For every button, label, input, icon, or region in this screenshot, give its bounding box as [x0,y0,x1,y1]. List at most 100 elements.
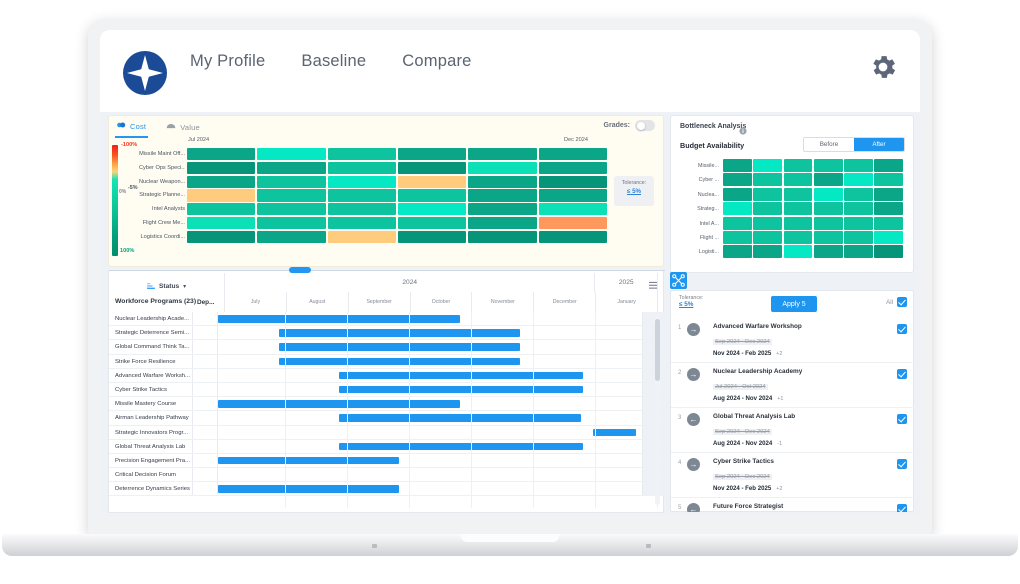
bottleneck-cell[interactable] [753,202,782,216]
gantt-bar[interactable] [278,329,521,337]
gantt-bar[interactable] [218,485,400,493]
gantt-row[interactable]: Global Threat Analysis Lab [109,439,665,454]
heatmap-cell[interactable] [538,203,607,216]
bottleneck-cell[interactable] [813,230,843,244]
bottleneck-cell[interactable] [813,159,843,172]
gantt-bar[interactable] [218,315,460,323]
heatmap-cell[interactable] [538,216,607,230]
info-icon[interactable] [739,122,747,140]
gantt-bar[interactable] [218,400,460,408]
bottleneck-cell[interactable] [874,245,903,259]
bottleneck-cell[interactable] [813,245,843,259]
heatmap-cell[interactable] [257,216,326,230]
gantt-bar[interactable] [339,385,584,394]
gantt-row[interactable]: Advanced Warfare Worksh... [109,368,665,383]
tab-cost[interactable]: Cost [115,118,149,138]
bottleneck-cell[interactable] [783,216,813,230]
heatmap-cell[interactable] [468,216,537,230]
bottleneck-cell[interactable] [813,216,843,230]
apply-tolerance[interactable]: Tolerance: ≤ 5% [679,295,703,308]
gantt-bar[interactable] [278,343,521,351]
heatmap-cell[interactable] [397,161,467,174]
gantt-row[interactable]: Airman Leadership Pathway [109,411,665,426]
bottleneck-cell[interactable] [844,173,873,187]
nav-compare[interactable]: Compare [402,52,471,71]
bottleneck-cell[interactable] [813,187,843,201]
bottleneck-cell[interactable] [783,230,813,244]
gantt-row[interactable]: Missile Mastery Course [109,397,665,412]
bottleneck-cell[interactable] [874,187,903,201]
bottleneck-cell[interactable] [723,187,752,201]
heatmap-cell[interactable] [327,175,396,188]
gantt-scrollbar-thumb[interactable] [655,319,660,381]
apply-list-item[interactable]: 1 → Advanced Warfare Workshop Sep 2024 - De… [671,318,915,363]
bottleneck-cell[interactable] [844,187,873,201]
heatmap-cell[interactable] [468,189,537,202]
heatmap-cell[interactable] [538,148,607,161]
bottleneck-cell[interactable] [874,202,903,216]
heatmap-cell[interactable] [257,175,326,188]
bottleneck-cell[interactable] [753,230,782,244]
bottleneck-cell[interactable] [813,173,843,187]
select-all-checkbox[interactable] [897,297,907,307]
nav-baseline[interactable]: Baseline [301,52,366,71]
bottleneck-cell[interactable] [844,159,873,172]
bottleneck-cell[interactable] [753,159,782,172]
tab-value[interactable]: Value [164,118,202,138]
grades-toggle[interactable] [635,120,655,131]
heatmap-cell[interactable] [538,230,607,243]
after-button[interactable]: After [854,138,904,151]
apply-item-checkbox[interactable] [897,369,907,379]
heatmap-cell[interactable] [187,230,256,243]
apply-item-checkbox[interactable] [897,414,907,424]
gear-icon[interactable] [868,52,898,82]
heatmap-cell[interactable] [327,148,396,161]
heatmap-cell[interactable] [327,203,396,216]
bottleneck-cell[interactable] [783,202,813,216]
heatmap-cell[interactable] [397,175,467,188]
bottleneck-cell[interactable] [844,216,873,230]
heatmap-cell[interactable] [327,230,396,243]
bottleneck-cell[interactable] [874,216,903,230]
gantt-bar[interactable] [593,428,636,436]
gantt-bar[interactable] [339,442,584,451]
bottleneck-cell[interactable] [874,173,903,187]
heatmap-cell[interactable] [327,189,396,202]
bottleneck-cell[interactable] [753,216,782,230]
bottleneck-cell[interactable] [783,187,813,201]
bottleneck-cell[interactable] [723,159,752,172]
heatmap-cell[interactable] [468,148,537,161]
heatmap-tolerance-box[interactable]: Tolerance: ≤ 5% [614,176,654,206]
bottleneck-cell[interactable] [723,245,752,259]
heatmap-cell[interactable] [538,161,607,174]
bottleneck-cell[interactable] [874,159,903,172]
bottleneck-cell[interactable] [783,159,813,172]
gantt-row[interactable]: Precision Engagement Pra... [109,453,665,469]
heatmap-cell[interactable] [187,216,256,230]
bottleneck-cell[interactable] [753,187,782,201]
apply-list-item[interactable]: 5 ← Future Force Strategist [671,498,915,512]
bottleneck-cell[interactable] [723,230,752,244]
apply-item-checkbox[interactable] [897,324,907,334]
bottleneck-cell[interactable] [844,245,873,259]
gantt-row[interactable]: Global Command Think Ta... [109,340,665,355]
heatmap-cell[interactable] [187,161,256,174]
bottleneck-cell[interactable] [723,216,752,230]
gantt-bar[interactable] [339,414,581,422]
bottleneck-cell[interactable] [874,230,903,244]
heatmap-tolerance-value[interactable]: ≤ 5% [617,188,651,195]
heatmap-cell[interactable] [468,203,537,216]
gantt-row[interactable]: Strategic Deterrence Semi... [109,326,665,341]
heatmap-cell[interactable] [257,161,326,174]
gantt-bar[interactable] [339,371,584,380]
heatmap-cell[interactable] [257,189,326,202]
bottleneck-cell[interactable] [844,202,873,216]
apply-list-item[interactable]: 2 → Nuclear Leadership Academy Jul 2024 - O… [671,363,915,408]
gantt-row[interactable]: Deterrence Dynamics Series [109,482,665,497]
heatmap-cell[interactable] [538,189,607,202]
gantt-bar[interactable] [218,456,400,465]
heatmap-cell[interactable] [538,175,607,188]
gantt-row[interactable]: Critical Decision Forum [109,468,665,483]
gantt-row[interactable]: Nuclear Leadership Acade... [109,312,665,327]
gantt-row[interactable]: Strategic Innovators Progr... [109,425,665,440]
